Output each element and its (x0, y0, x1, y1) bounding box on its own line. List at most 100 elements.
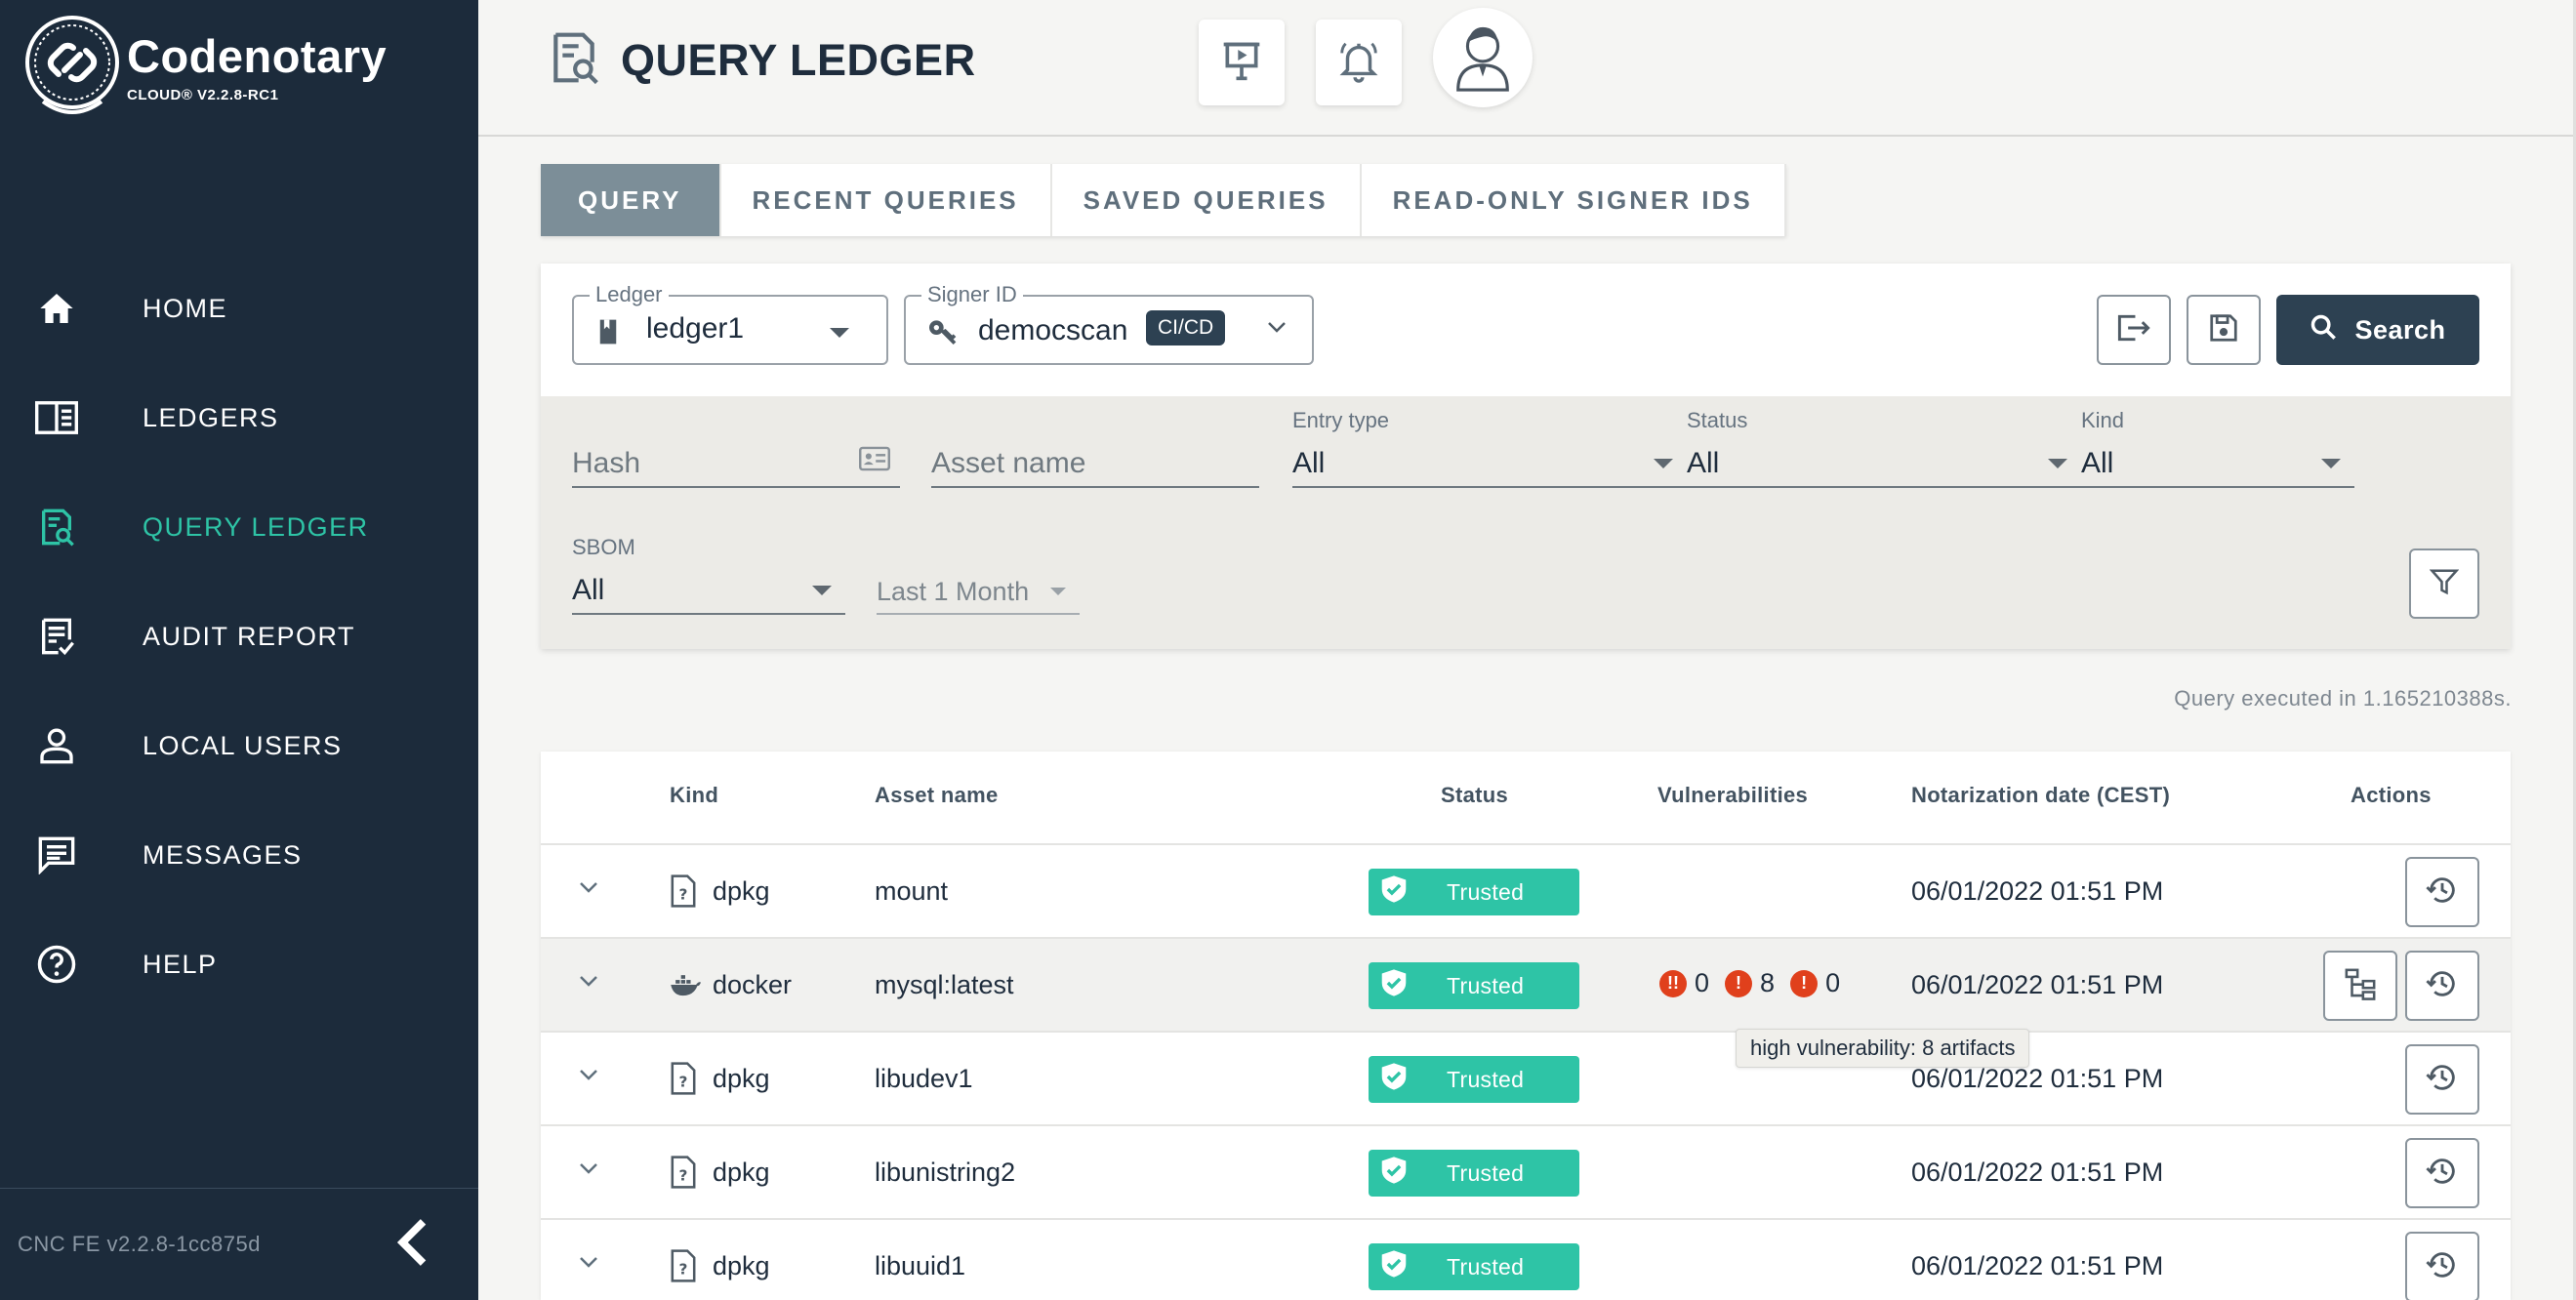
table-row[interactable]: docker mysql:latest Trusted !! 0 ! 8 ! 0… (541, 939, 2511, 1033)
sidebar-nav: HOME LEDGERS QUERY LEDGER AUDIT REPORT L… (0, 254, 478, 1019)
sidebar-item-messages[interactable]: MESSAGES (0, 800, 478, 910)
export-button[interactable] (2097, 295, 2171, 365)
sbom-select[interactable]: SBOM All (572, 535, 845, 615)
column-header-kind[interactable]: Kind (670, 783, 718, 808)
history-button[interactable] (2405, 1044, 2479, 1115)
history-button[interactable] (2405, 857, 2479, 927)
critical-count: 0 (1695, 968, 1710, 997)
chevron-down-icon[interactable] (578, 880, 599, 899)
ledger-value: ledger1 (646, 312, 745, 345)
chevron-down-icon[interactable] (578, 974, 599, 993)
sidebar-item-audit-report[interactable]: AUDIT REPORT (0, 582, 478, 691)
history-button[interactable] (2405, 1232, 2479, 1300)
sidebar-item-home[interactable]: HOME (0, 254, 478, 363)
unknown-file-icon: ? (670, 874, 697, 913)
signer-id-select[interactable]: Signer ID democscan CI/CD (904, 282, 1314, 365)
row-notarization-date: 06/01/2022 01:51 PM (1911, 1064, 2164, 1093)
table-header: Kind Asset name Status Vulnerabilities N… (541, 752, 2511, 845)
unknown-file-icon: ? (670, 1249, 697, 1287)
sidebar-footer: CNC FE v2.2.8-1cc875d (0, 1188, 478, 1300)
home-icon (35, 287, 78, 330)
sidebar: Codenotary CLOUD® V2.2.8-RC1 HOME LEDGER… (0, 0, 478, 1300)
history-icon (2426, 1061, 2459, 1099)
sbom-value: All (572, 574, 605, 606)
table-row[interactable]: ? dpkg libudev1 Trusted 06/01/2022 01:51… (541, 1033, 2511, 1126)
table-row[interactable]: ? dpkg libuuid1 Trusted 06/01/2022 01:51… (541, 1220, 2511, 1300)
kind-select[interactable]: Kind All (2081, 408, 2354, 488)
svg-text:?: ? (679, 1166, 688, 1184)
kind-value: All (2081, 447, 2114, 479)
row-notarization-date: 06/01/2022 01:51 PM (1911, 1158, 2164, 1187)
signer-id-label: Signer ID (921, 282, 1023, 307)
hash-input[interactable]: Hash (572, 446, 900, 488)
vulnerability-counts[interactable]: !! 0 ! 8 ! 0 (1659, 968, 1856, 998)
sidebar-item-local-users[interactable]: LOCAL USERS (0, 691, 478, 800)
table-row[interactable]: ? dpkg libunistring2 Trusted 06/01/2022 … (541, 1126, 2511, 1220)
signer-id-value: democscan (978, 314, 1128, 346)
brand[interactable]: Codenotary CLOUD® V2.2.8-RC1 (23, 14, 387, 123)
help-icon (35, 943, 78, 986)
row-kind: dpkg (713, 1251, 770, 1280)
dependencies-button[interactable] (2323, 951, 2397, 1021)
row-asset-name[interactable]: libunistring2 (875, 1158, 1015, 1188)
user-icon (35, 724, 78, 767)
tab-recent-queries[interactable]: RECENT QUERIES (720, 164, 1052, 236)
save-icon (2209, 313, 2238, 347)
entry-type-select[interactable]: Entry type All (1292, 408, 1687, 488)
status-badge: Trusted (1369, 1056, 1579, 1103)
column-header-notarization-date[interactable]: Notarization date (CEST) (1911, 783, 2170, 808)
tab-read-only-signer-ids[interactable]: READ-ONLY SIGNER IDS (1361, 164, 1786, 236)
sidebar-item-query-ledger[interactable]: QUERY LEDGER (0, 472, 478, 582)
sidebar-item-label: AUDIT REPORT (143, 621, 356, 651)
search-button[interactable]: Search (2276, 295, 2479, 365)
chevron-left-icon[interactable] (394, 1218, 429, 1272)
sidebar-item-help[interactable]: HELP (0, 910, 478, 1019)
asset-name-input[interactable]: Asset name (931, 447, 1259, 488)
avatar[interactable] (1433, 8, 1533, 107)
row-asset-name[interactable]: mount (875, 876, 948, 907)
column-header-status[interactable]: Status (1441, 783, 1508, 808)
tab-saved-queries[interactable]: SAVED QUERIES (1051, 164, 1362, 236)
save-query-button[interactable] (2187, 295, 2261, 365)
status-value: All (1687, 447, 1720, 479)
history-button[interactable] (2405, 951, 2479, 1021)
status-badge-label: Trusted (1447, 1253, 1525, 1280)
bell-icon (1336, 38, 1381, 88)
message-icon (35, 833, 78, 876)
ledger-book-icon (597, 318, 619, 350)
ledger-label: Ledger (590, 282, 669, 307)
period-select[interactable]: Last 1 Month (877, 576, 1080, 615)
advanced-filter-button[interactable] (2409, 548, 2479, 619)
chevron-down-icon[interactable] (578, 1255, 599, 1274)
sidebar-item-ledgers[interactable]: LEDGERS (0, 363, 478, 472)
entry-type-value: All (1292, 447, 1326, 479)
ledger-select[interactable]: Ledger ledger1 (572, 282, 888, 365)
status-badge: Trusted (1369, 962, 1579, 1009)
column-header-vulnerabilities[interactable]: Vulnerabilities (1657, 783, 1808, 808)
status-badge: Trusted (1369, 1243, 1579, 1290)
history-button[interactable] (2405, 1138, 2479, 1208)
caret-down-icon (1050, 588, 1066, 595)
presentation-button[interactable] (1199, 20, 1285, 105)
shield-check-icon (1380, 874, 1408, 910)
tab-query[interactable]: QUERY (541, 164, 721, 236)
column-header-asset-name[interactable]: Asset name (875, 783, 999, 808)
chevron-down-icon[interactable] (578, 1068, 599, 1086)
notifications-button[interactable] (1316, 20, 1402, 105)
row-asset-name[interactable]: mysql:latest (875, 970, 1014, 1000)
row-asset-name[interactable]: libudev1 (875, 1064, 973, 1094)
query-document-icon (35, 506, 78, 548)
table-row[interactable]: ? dpkg mount Trusted 06/01/2022 01:51 PM (541, 845, 2511, 939)
query-panel-top: Ledger ledger1 Signer ID democscan CI/CD (541, 264, 2511, 396)
export-icon (2115, 311, 2152, 349)
row-asset-name[interactable]: libuuid1 (875, 1251, 965, 1281)
sbom-label: SBOM (572, 535, 635, 559)
chevron-down-icon[interactable] (578, 1161, 599, 1180)
sidebar-item-label: QUERY LEDGER (143, 511, 369, 542)
status-badge-label: Trusted (1447, 1066, 1525, 1092)
sidebar-item-label: HELP (143, 949, 218, 979)
status-select[interactable]: Status All (1687, 408, 2081, 488)
critical-vulnerability-icon: !! (1659, 969, 1687, 997)
row-kind: dpkg (713, 876, 770, 906)
kind-label: Kind (2081, 408, 2125, 432)
